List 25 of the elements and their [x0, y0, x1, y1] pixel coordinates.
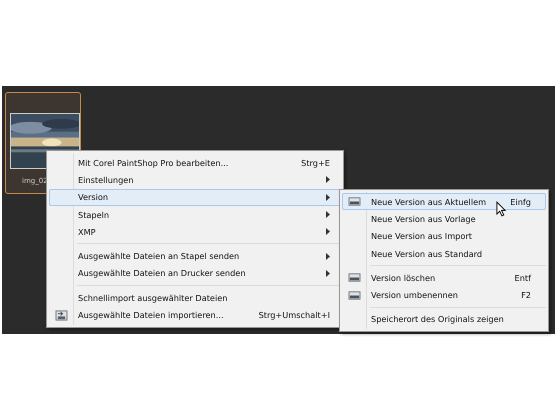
- submenu-arrow-icon: [326, 211, 330, 218]
- menu-item[interactable]: Version umbenennen F2: [342, 286, 546, 304]
- submenu-arrow-icon: [326, 228, 330, 236]
- version-icon: [348, 290, 361, 301]
- submenu-arrow-icon: [326, 252, 330, 260]
- menu-item[interactable]: Neue Version aus Aktuellem Einfg: [342, 193, 546, 210]
- submenu-arrow-icon: [326, 194, 330, 201]
- menu-item[interactable]: Speicherort des Originals zeigen: [342, 310, 546, 328]
- version-icon: [348, 272, 361, 284]
- menu-item[interactable]: Neue Version aus Import: [342, 228, 546, 245]
- menu-item[interactable]: Ausgewählte Dateien an Drucker senden: [49, 264, 341, 282]
- menu-item[interactable]: Neue Version aus Vorlage: [342, 210, 546, 228]
- menu-item[interactable]: Stapeln: [49, 206, 341, 224]
- menu-item[interactable]: XMP: [49, 223, 341, 240]
- menu-item[interactable]: Ausgewählte Dateien an Stapel senden: [49, 247, 341, 265]
- menu-item[interactable]: Version löschen Entf: [342, 269, 546, 286]
- menu-item[interactable]: Schnellimport ausgewählter Dateien: [49, 289, 341, 306]
- submenu-arrow-icon: [326, 176, 330, 184]
- menu-item[interactable]: Version: [49, 188, 341, 206]
- menu-item[interactable]: Neue Version aus Standard: [342, 244, 546, 262]
- mouse-cursor-icon: [496, 201, 507, 217]
- menu-item[interactable]: Ausgewählte Dateien importieren... Strg+Umschalt+I: [49, 306, 341, 324]
- submenu-arrow-icon: [326, 270, 330, 277]
- version-icon: [348, 196, 361, 208]
- import-icon: [55, 310, 68, 321]
